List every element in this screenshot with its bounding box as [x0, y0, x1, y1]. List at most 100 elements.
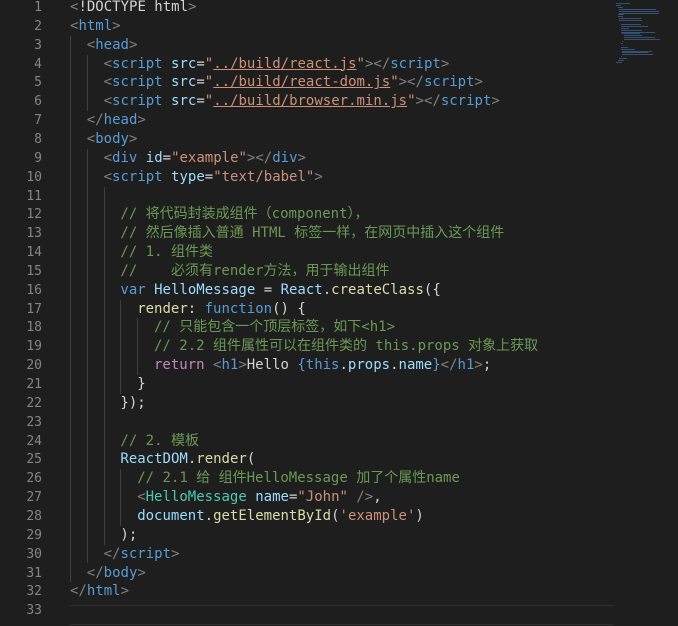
code-token: ( — [246, 451, 256, 468]
code-area[interactable]: <!DOCTYPE html> <html> <head> <script src="… — [62, 0, 614, 626]
code-line[interactable]: // 只能包含一个顶层标签，如下<h1> — [154, 318, 395, 337]
code-token: < — [103, 93, 113, 110]
code-token: Hello — [246, 357, 298, 374]
code-line[interactable]: <head> — [87, 36, 138, 55]
code-token: // 2.1 给 组件HelloMessage 加了个属性name — [137, 470, 460, 487]
line-number: 15 — [26, 263, 42, 279]
code-token: // 2. 模板 — [120, 432, 199, 449]
line-number: 18 — [26, 320, 42, 336]
line-number: 17 — [26, 301, 42, 317]
code-token: () { — [272, 300, 306, 317]
code-token: script — [440, 93, 492, 110]
code-token: // 1. 组件类 — [120, 244, 213, 261]
code-token: createClass — [331, 281, 424, 298]
minimap-line — [620, 25, 649, 27]
code-token: script — [112, 168, 163, 185]
code-line[interactable]: }); — [120, 394, 145, 413]
code-token: render — [137, 300, 188, 317]
code-line[interactable]: </html> — [70, 582, 129, 601]
code-line[interactable]: // 然后像插入普通 HTML 标签一样，在网页中插入这个组件 — [120, 224, 504, 243]
minimap-line — [623, 37, 655, 39]
code-line[interactable]: // 1. 组件类 — [120, 243, 213, 262]
code-token: // 然后像插入普通 HTML 标签一样，在网页中插入这个组件 — [120, 225, 505, 242]
code-token: h1 — [457, 357, 475, 374]
code-line[interactable]: return <h1>Hello {this.props.name}</h1>; — [154, 356, 491, 375]
code-token: > — [137, 564, 146, 581]
code-token: = — [196, 74, 205, 91]
code-line[interactable]: <script type="text/babel"> — [104, 168, 323, 187]
code-line[interactable]: // 2.2 组件属性可以在组件类的 this.props 对象上获取 — [154, 337, 538, 356]
code-line[interactable]: // 2.1 给 组件HelloMessage 加了个属性name — [137, 469, 460, 488]
code-line[interactable]: </head> — [87, 111, 146, 130]
code-line[interactable]: </body> — [87, 564, 146, 583]
code-token: ReactDOM — [120, 451, 188, 468]
code-line[interactable]: <!DOCTYPE html> — [70, 0, 196, 17]
line-number: 25 — [26, 452, 42, 468]
code-token: HelloMessage — [145, 489, 247, 506]
code-token: = — [255, 281, 281, 298]
code-editor[interactable]: 1 2 3 4 5 6 7 8 9 10 11 12 13 14 15 16 17 18 19 20 21 22 23 24 2… — [0, 0, 678, 626]
code-token: function — [204, 300, 273, 317]
code-token: name — [398, 357, 433, 374]
code-token: ); — [120, 526, 138, 543]
minimap-line — [620, 46, 628, 48]
code-token: "example" — [171, 149, 247, 166]
line-number: 9 — [34, 150, 42, 166]
code-line[interactable]: <html> — [70, 17, 121, 36]
code-line[interactable]: // 将代码封装成组件（component）， — [120, 205, 368, 224]
code-token: " — [356, 55, 365, 72]
code-line[interactable]: <HelloMessage name="John" />, — [137, 488, 382, 507]
code-line[interactable]: <body> — [87, 130, 138, 149]
vertical-scrollbar[interactable] — [664, 0, 678, 626]
minimap-line — [620, 31, 655, 33]
code-line[interactable]: var HelloMessage = React.createClass({ — [120, 281, 440, 300]
code-line[interactable]: } — [137, 375, 145, 394]
code-token: ></ — [398, 74, 424, 91]
code-line[interactable]: document.getElementById('example') — [137, 507, 424, 526]
code-line[interactable]: render: function() { — [137, 300, 306, 319]
code-token: script — [390, 55, 441, 72]
code-token: > — [440, 55, 450, 72]
code-token: "text/babel" — [213, 168, 315, 185]
code-token: = — [196, 55, 205, 72]
line-number: 3 — [34, 37, 42, 53]
code-line[interactable]: // 2. 模板 — [120, 432, 199, 451]
code-token: </ — [103, 545, 121, 562]
code-line[interactable]: ReactDOM.render( — [120, 450, 255, 469]
code-token: > — [112, 17, 121, 34]
code-line[interactable]: <script src="../build/react-dom.js"></sc… — [104, 73, 483, 92]
code-token: < — [103, 149, 113, 166]
code-token: , — [373, 489, 382, 506]
code-line[interactable]: <script src="../build/react.js"></script… — [104, 55, 450, 74]
code-line[interactable]: <script src="../build/browser.min.js"></… — [104, 92, 500, 111]
code-token: . — [187, 451, 197, 468]
line-number: 26 — [26, 471, 42, 487]
code-token: < — [86, 130, 96, 147]
line-number: 16 — [26, 282, 42, 298]
line-number: 2 — [34, 18, 42, 34]
line-number: 6 — [34, 94, 42, 110]
minimap-line — [622, 33, 640, 35]
code-token: div — [112, 149, 138, 166]
code-token: var — [120, 281, 146, 298]
code-token: // 2.2 组件属性可以在组件类的 this.props 对象上获取 — [154, 338, 539, 355]
code-token: ../build/react.js — [213, 55, 357, 72]
code-token: document — [137, 507, 205, 524]
code-token: props — [347, 357, 391, 374]
code-line[interactable]: </script> — [104, 545, 180, 564]
code-token: < — [103, 74, 113, 91]
code-line[interactable]: ); — [120, 526, 137, 545]
code-token: " — [390, 74, 399, 91]
line-number: 13 — [26, 226, 42, 242]
line-number: 27 — [26, 490, 42, 506]
code-token: " — [204, 74, 214, 91]
code-line[interactable]: <div id="example"></div> — [104, 149, 306, 168]
code-token: }); — [120, 394, 146, 411]
code-token: head — [103, 112, 138, 129]
minimap-line — [622, 41, 623, 42]
code-line[interactable]: // 必须有render方法，用于输出组件 — [120, 262, 389, 281]
code-token: : — [187, 300, 205, 317]
